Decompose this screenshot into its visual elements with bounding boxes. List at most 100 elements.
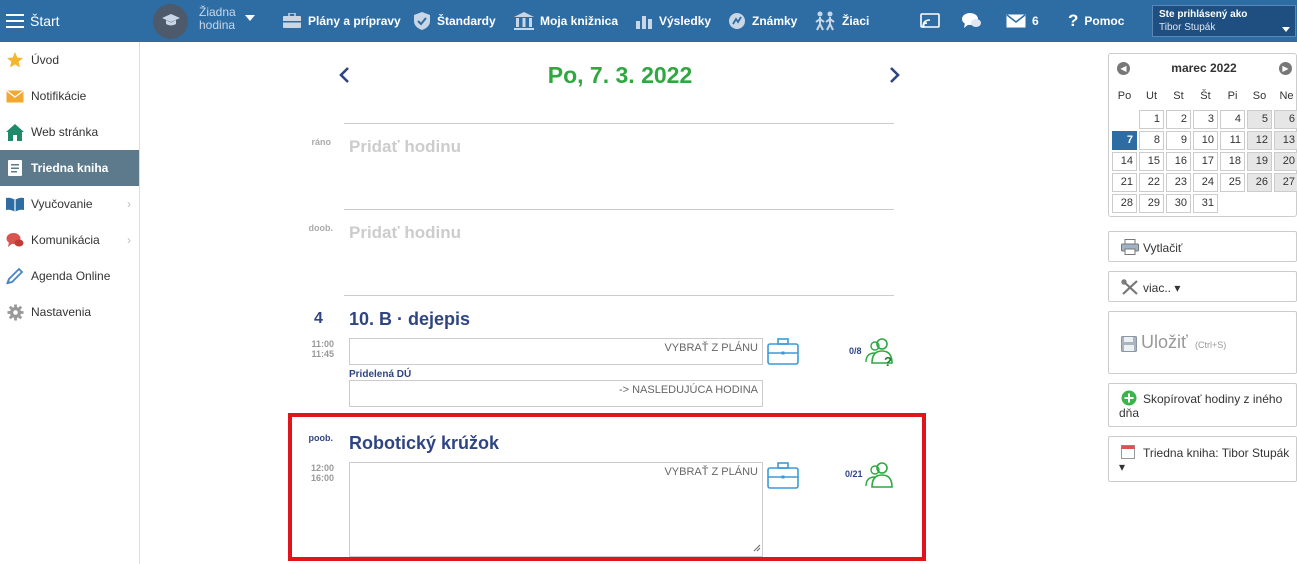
help-button[interactable]: ? Pomoc <box>1068 0 1124 42</box>
calendar-day[interactable]: 16 <box>1166 152 1191 171</box>
previous-month-button[interactable]: ◀ <box>1117 62 1130 75</box>
nav-grades[interactable]: Známky <box>728 0 797 42</box>
chat-button[interactable] <box>962 0 982 42</box>
calendar-day[interactable]: 2 <box>1166 110 1191 129</box>
briefcase-icon[interactable] <box>766 337 800 367</box>
calendar-day[interactable]: 14 <box>1112 152 1137 171</box>
calendar-day[interactable]: 12 <box>1247 131 1272 150</box>
save-shortcut: (Ctrl+S) <box>1195 340 1227 350</box>
slot-label-morning: ráno <box>311 137 331 147</box>
calendar-day[interactable]: 24 <box>1193 173 1218 192</box>
chat-icon <box>5 230 25 250</box>
calendar-day[interactable]: 18 <box>1220 152 1245 171</box>
calendar-day[interactable]: 27 <box>1274 173 1297 192</box>
calendar-day[interactable]: 20 <box>1274 152 1297 171</box>
printer-icon <box>1121 239 1139 258</box>
copy-label: Skopírovať hodiny z iného dňa <box>1119 392 1283 420</box>
select-from-plan-link[interactable]: VYBRAŤ Z PLÁNU <box>664 342 758 354</box>
question-mark-icon: ? <box>1068 11 1079 30</box>
calendar-day[interactable]: 6 <box>1274 110 1297 129</box>
sidebar-item-label: Triedna kniha <box>31 161 109 175</box>
sidebar-item-label: Vyučovanie <box>31 197 93 211</box>
print-label: Vytlačiť <box>1143 241 1183 255</box>
chevron-down-icon[interactable] <box>245 15 255 21</box>
calendar-day[interactable]: 8 <box>1139 131 1164 150</box>
calendar-day[interactable]: 31 <box>1193 194 1218 213</box>
calendar-day[interactable]: 3 <box>1193 110 1218 129</box>
print-button[interactable]: Vytlačiť <box>1108 231 1297 262</box>
calendar-day[interactable]: 28 <box>1112 194 1137 213</box>
messages-button[interactable]: 6 <box>1006 0 1039 42</box>
classbook-label: Triedna kniha: Tibor Stupák ▾ <box>1119 446 1290 474</box>
nav-plans[interactable]: Plány a prípravy <box>282 0 401 42</box>
sidebar-item-agenda[interactable]: Agenda Online <box>0 258 139 294</box>
star-icon <box>5 50 25 70</box>
calendar-day[interactable]: 13 <box>1274 131 1297 150</box>
calendar-day-selected[interactable]: 7 <box>1112 131 1137 150</box>
nav-library-label: Moja knižnica <box>540 14 619 28</box>
start-menu-button[interactable]: Štart <box>6 0 60 42</box>
classbook-menu-button[interactable]: Triedna kniha: Tibor Stupák ▾ <box>1108 436 1297 482</box>
calendar-day[interactable]: 5 <box>1247 110 1272 129</box>
calendar-day[interactable]: 19 <box>1247 152 1272 171</box>
school-hat-button[interactable] <box>153 4 188 39</box>
envelope-icon <box>5 86 25 106</box>
more-label: viac.. ▾ <box>1143 281 1181 295</box>
more-button[interactable]: viac.. ▾ <box>1108 271 1297 302</box>
calendar-day[interactable]: 26 <box>1247 173 1272 192</box>
add-lesson-forenoon-button[interactable]: Pridať hodinu <box>349 223 461 243</box>
nav-library[interactable]: Moja knižnica <box>514 0 618 42</box>
calendar-day[interactable]: 29 <box>1139 194 1164 213</box>
sidebar-item-uvod[interactable]: Úvod <box>0 42 139 78</box>
copy-lessons-button[interactable]: Skopírovať hodiny z iného dňa <box>1108 383 1297 427</box>
calendar-day[interactable]: 4 <box>1220 110 1245 129</box>
calendar-day[interactable]: 30 <box>1166 194 1191 213</box>
slot-label-forenoon: doob. <box>308 223 334 233</box>
lesson-number: 4 <box>314 310 323 327</box>
previous-day-button[interactable] <box>332 60 356 92</box>
sidebar-item-label: Nastavenia <box>31 305 92 319</box>
attendance-people-icon[interactable]: ? <box>864 336 896 369</box>
calendar-day[interactable]: 23 <box>1166 173 1191 192</box>
chevron-down-icon <box>1282 27 1290 32</box>
sidebar-item-notifikacie[interactable]: Notifikácie <box>0 78 139 114</box>
calendar-day[interactable]: 25 <box>1220 173 1245 192</box>
calendar-day[interactable]: 21 <box>1112 173 1137 192</box>
user-menu[interactable]: Ste prihlásený ako Tibor Stupák <box>1152 5 1296 37</box>
nav-results[interactable]: Výsledky <box>635 0 711 42</box>
chat-bubbles-icon <box>962 12 982 30</box>
lesson-title[interactable]: 10. B · dejepis <box>349 309 470 330</box>
nav-results-label: Výsledky <box>659 14 712 28</box>
divider <box>344 295 894 296</box>
sidebar-item-label: Úvod <box>31 53 60 67</box>
top-bar: Štart Žiadna hodina Plány a prípravy Šta… <box>0 0 1297 42</box>
lesson-time-end: 11:45 <box>311 349 334 359</box>
calendar-weekday: St <box>1173 90 1184 102</box>
graduation-cap-icon <box>161 13 180 30</box>
next-lesson-link[interactable]: -> NASLEDUJÚCA HODINA <box>619 384 758 396</box>
sidebar-item-vyucovanie[interactable]: Vyučovanie › <box>0 186 139 222</box>
calendar-weekday: Po <box>1117 90 1132 102</box>
nav-standards[interactable]: Štandardy <box>413 0 496 42</box>
calendar-day[interactable]: 22 <box>1139 173 1164 192</box>
calendar-day[interactable]: 17 <box>1193 152 1218 171</box>
sidebar-item-nastavenia[interactable]: Nastavenia <box>0 294 139 330</box>
add-lesson-morning-button[interactable]: Pridať hodinu <box>349 137 461 157</box>
calendar-day[interactable]: 9 <box>1166 131 1191 150</box>
lesson-topic-input[interactable]: VYBRAŤ Z PLÁNU <box>349 338 763 365</box>
homework-input[interactable]: -> NASLEDUJÚCA HODINA <box>349 380 763 407</box>
calendar-day[interactable]: 10 <box>1193 131 1218 150</box>
next-day-button[interactable] <box>883 60 907 92</box>
sidebar-item-komunikacia[interactable]: Komunikácia › <box>0 222 139 258</box>
book-open-icon <box>5 194 25 214</box>
sidebar-item-triedna-kniha[interactable]: Triedna kniha <box>0 150 139 186</box>
next-month-button[interactable]: ▶ <box>1279 62 1292 75</box>
library-icon <box>514 12 534 30</box>
calendar-day[interactable]: 11 <box>1220 131 1245 150</box>
sidebar-item-web[interactable]: Web stránka <box>0 114 139 150</box>
cast-button[interactable] <box>920 0 940 42</box>
calendar-day[interactable]: 1 <box>1139 110 1164 129</box>
save-button[interactable]: Uložiť (Ctrl+S) <box>1108 311 1297 374</box>
nav-students[interactable]: Žiaci <box>814 0 869 42</box>
calendar-day[interactable]: 15 <box>1139 152 1164 171</box>
